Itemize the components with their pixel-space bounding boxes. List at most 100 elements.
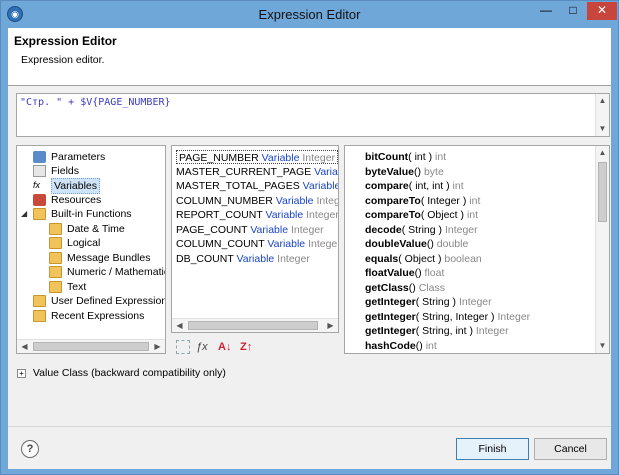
minimize-button[interactable]: — [533, 2, 559, 20]
method-args: ( int, int ) [408, 180, 450, 192]
scroll-up-icon[interactable]: ▲ [596, 95, 609, 107]
maximize-button[interactable]: □ [560, 2, 586, 20]
method-args: () [426, 238, 434, 250]
variable-name: PAGE_NUMBER [179, 152, 259, 164]
tree-expander-icon[interactable]: ◢ [21, 207, 29, 221]
scroll-up-icon[interactable]: ▲ [596, 147, 609, 159]
folder-icon [33, 310, 46, 322]
sort-az-icon[interactable]: A↓ [218, 339, 231, 355]
scroll-thumb[interactable] [33, 342, 149, 351]
scroll-thumb[interactable] [598, 162, 607, 222]
methods-list[interactable]: bitCount( int ) int byteValue() byte compa… [344, 145, 610, 354]
method-item[interactable]: getInteger( String ) Integer [365, 295, 492, 309]
method-item[interactable]: byteValue() byte [365, 165, 444, 179]
method-item[interactable]: doubleValue() double [365, 237, 468, 251]
method-name: getInteger [365, 310, 416, 323]
method-return-type: Integer [475, 325, 509, 337]
finish-button[interactable]: Finish [456, 438, 529, 460]
method-args: ( String, int ) [415, 325, 473, 337]
method-item[interactable]: compareTo( Integer ) int [365, 194, 480, 208]
method-item[interactable]: getInteger( String, Integer ) Integer [365, 310, 530, 324]
method-item[interactable]: getInteger( String, int ) Integer [365, 324, 509, 338]
variable-item[interactable]: COLUMN_COUNT Variable Integer [176, 237, 338, 251]
expression-text[interactable]: "Стр. " + $V{PAGE_NUMBER} [20, 97, 171, 108]
method-return-type: int [466, 209, 479, 221]
category-hscrollbar[interactable]: ◀ ▶ [17, 339, 165, 353]
cancel-button[interactable]: Cancel [534, 438, 607, 460]
folder-icon [49, 252, 62, 264]
title-bar[interactable]: ◉ Expression Editor — □ ✕ [1, 1, 618, 28]
help-icon[interactable]: ? [21, 440, 39, 458]
value-class-label: Value Class (backward compatibility only… [32, 367, 226, 379]
category-tree[interactable]: Parameters Fields fx Variables Resources ◢ Bui… [16, 145, 166, 354]
insert-icon[interactable] [176, 340, 190, 354]
tree-item-label: Fields [51, 165, 80, 177]
method-item[interactable]: equals( Object ) boolean [365, 252, 482, 266]
scroll-right-icon[interactable]: ▶ [324, 320, 337, 332]
method-args: ( String ) [415, 296, 457, 308]
method-name: getClass [365, 281, 409, 294]
scroll-left-icon[interactable]: ◀ [173, 320, 186, 332]
variables-list[interactable]: PAGE_NUMBER Variable Integer MASTER_CURRE… [171, 145, 339, 333]
expression-scrollbar[interactable]: ▲ ▼ [595, 94, 609, 136]
method-return-type: int [469, 194, 481, 207]
method-args: () [408, 281, 416, 294]
resources-icon [33, 194, 46, 206]
variable-type: Integer [302, 152, 336, 164]
variable-kind: Variable [314, 165, 338, 178]
method-item[interactable]: floatValue() float [365, 266, 444, 280]
scroll-right-icon[interactable]: ▶ [151, 341, 164, 353]
variable-kind: Variable [261, 152, 300, 164]
variable-name: PAGE_COUNT [176, 223, 248, 236]
header-title: Expression Editor [14, 34, 117, 48]
tree-item-label: Text [67, 281, 87, 293]
variable-type: Integer [306, 209, 339, 221]
method-item[interactable]: highestOneBit( int ) int [365, 353, 475, 354]
method-item[interactable]: compareTo( Object ) int [365, 208, 478, 222]
method-name: compareTo [365, 194, 421, 207]
folder-icon [33, 295, 46, 307]
method-return-type: Integer [497, 310, 531, 323]
method-item[interactable]: bitCount( int ) int [365, 150, 446, 164]
method-return-type: Integer [444, 223, 478, 236]
variable-item[interactable]: MASTER_TOTAL_PAGES Variable Integer [176, 179, 338, 193]
variables-hscrollbar[interactable]: ◀ ▶ [172, 318, 338, 332]
method-name: compareTo [365, 209, 421, 221]
value-class-section[interactable]: + Value Class (backward compatibility on… [17, 367, 226, 379]
variable-item[interactable]: DB_COUNT Variable Integer [176, 252, 310, 266]
sort-za-icon[interactable]: Z↑ [240, 339, 252, 355]
close-button[interactable]: ✕ [587, 2, 617, 20]
tree-item-label: Resources [51, 194, 102, 206]
method-name: decode [365, 223, 402, 236]
scroll-down-icon[interactable]: ▼ [596, 340, 609, 352]
tree-item-label: Variables [51, 178, 100, 194]
variable-item[interactable]: MASTER_CURRENT_PAGE Variable Integer [176, 165, 338, 179]
method-args: ( String ) [401, 223, 443, 236]
scroll-left-icon[interactable]: ◀ [18, 341, 31, 353]
method-item[interactable]: decode( String ) Integer [365, 223, 478, 237]
scroll-down-icon[interactable]: ▼ [596, 123, 609, 135]
tree-item-label: Message Bundles [67, 252, 151, 264]
method-args: ( Object ) [398, 252, 442, 265]
method-item[interactable]: hashCode() int [365, 339, 437, 353]
expand-plus-icon[interactable]: + [17, 368, 26, 378]
expression-input[interactable]: "Стр. " + $V{PAGE_NUMBER} ▲ ▼ [16, 93, 610, 137]
tree-item-label: Numeric / Mathematic [67, 266, 166, 278]
scroll-thumb[interactable] [188, 321, 318, 330]
variable-type: Integer [277, 252, 310, 265]
method-name: compare [365, 180, 409, 192]
variable-item[interactable]: REPORT_COUNT Variable Integer [176, 208, 339, 222]
function-icon[interactable]: ƒx [196, 339, 208, 355]
methods-vscrollbar[interactable]: ▲ ▼ [595, 146, 609, 353]
method-item[interactable]: getClass() Class [365, 281, 445, 295]
variable-kind: Variable [265, 209, 304, 221]
method-args: () [414, 165, 422, 178]
method-return-type: boolean [444, 252, 482, 265]
variable-item[interactable]: COLUMN_NUMBER Variable Integer [176, 194, 338, 208]
variable-item[interactable]: PAGE_NUMBER Variable Integer [176, 150, 338, 164]
method-item[interactable]: compare( int, int ) int [365, 179, 464, 193]
variable-item[interactable]: PAGE_COUNT Variable Integer [176, 223, 324, 237]
method-name: bitCount [365, 151, 409, 163]
tree-item-label: Logical [67, 237, 101, 249]
method-args: ( int ) [408, 151, 433, 163]
